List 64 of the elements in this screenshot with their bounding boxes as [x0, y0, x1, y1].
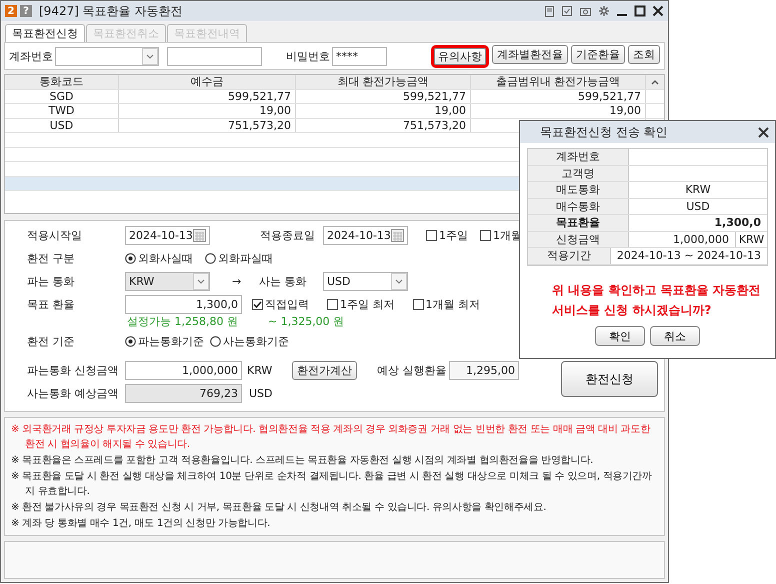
radio-label: 외화사실때: [138, 251, 193, 266]
row-label: 신청금액: [528, 232, 629, 247]
field-label: 적용종료일: [260, 228, 316, 243]
expected-amount-field: 769,23: [125, 384, 242, 403]
range-max-text: ~ 1,325,00 원: [268, 314, 344, 328]
unit-text: USD: [249, 387, 274, 400]
notice-text: ※ 계좌 당 통화별 매수 1건, 매도 1건의 신청만 가능합니다.: [11, 517, 272, 531]
column-header: 최대 환전가능금액: [296, 75, 471, 88]
confirm-message: 위 내용을 확인하고 목표환율 자동환전 서비스를 신청 하시겠습니까?: [552, 282, 762, 318]
checkbox-label: 1개월 최저: [426, 297, 480, 312]
notice-text: ※ 목표환율은 스프레드를 포함한 고객 적용환율입니다. 스프레드는 목표환율 자동환전 실행 시점의 계좌별 협의환전율을 반영합니다.: [11, 454, 594, 468]
row-label: 고객명: [528, 166, 629, 181]
table-cell: 751,573,20: [119, 118, 296, 132]
row-value: 1,000,000: [672, 232, 730, 247]
field-label: 적용시작일: [27, 228, 83, 243]
table-cell: USD: [5, 118, 119, 132]
notice-text: ※ 목표환율 도달 시 환전 실행 대상을 체크하여 10분 단위로 순차적 결제됩니다. 환율 급변 시 환전 실행 대상으로 미체크 될 수 있으며, 적용기간까지 유효합니다.: [11, 470, 653, 499]
arrow-text: →: [232, 275, 242, 288]
range-min-text: 설정가능 1,258,80 원: [127, 314, 238, 328]
row-label: 목표환율: [528, 215, 629, 230]
table-cell: 599,521,77: [296, 90, 471, 103]
row-label: 매수통화: [528, 198, 629, 214]
field-label: 목표 환율: [27, 297, 76, 312]
table-cell: 751,573,20: [296, 118, 471, 132]
column-header: 통화코드: [5, 75, 119, 88]
row-value: USD: [685, 198, 711, 214]
table-cell: 19,00: [119, 104, 296, 118]
radio-label: 외화파실때: [218, 251, 273, 266]
table-cell: TWD: [5, 104, 119, 118]
row-value: 1,300,0: [713, 215, 762, 230]
row-label: 계좌번호: [528, 149, 629, 164]
row-value: 2024-10-13 ~ 2024-10-13: [616, 248, 762, 264]
row-label: 매도통화: [528, 182, 629, 198]
field-label: 비밀번호: [286, 48, 330, 64]
dialog-title: 목표환전신청 전송 확인: [540, 124, 668, 140]
row-value: KRW: [684, 182, 712, 198]
table-cell: 599,521,77: [471, 90, 646, 103]
field-label: 사는통화 예상금액: [27, 386, 120, 401]
row-label: 적용기간: [528, 248, 611, 264]
field-label: 환전 기준: [27, 334, 76, 349]
radio-label: 파는통화기준: [138, 334, 204, 349]
table-cell: 599,521,77: [119, 90, 296, 103]
table-cell: SGD: [5, 90, 119, 103]
field-label: 파는통화 신청금액: [27, 363, 120, 378]
expected-rate-field: 1,295,00: [449, 361, 519, 380]
checkbox-label: 1주일 최저: [340, 297, 394, 312]
unit-text: KRW: [247, 364, 274, 377]
field-label: 계좌번호: [9, 48, 53, 64]
column-header: 예수금: [119, 75, 296, 88]
unit-text: KRW: [735, 232, 767, 247]
checkbox-label: 1주일: [439, 228, 468, 243]
notice-text: ※ 외국환거래 규정상 투자자금 용도만 환전 가능합니다. 협의환전율 적용 계좌의 경우 외화증권 거래 없는 빈번한 환전 또는 매매 금액 대비 과도한 환전 시 협의율이 해지될 수 있습니다.: [11, 423, 652, 452]
field-label: 사는 통화: [259, 274, 308, 289]
field-label: 예상 실행환율: [377, 363, 448, 378]
screen-number-badge: 2: [5, 5, 17, 17]
radio-label: 사는통화기준: [223, 334, 289, 349]
field-label: 파는 통화: [27, 274, 76, 289]
table-cell: 19,00: [471, 104, 646, 118]
notice-text: ※ 환전 불가사유의 경우 목표환전 신청 시 거부, 목표환율 도달 시 신청내역 취소될 수 있습니다. 유의사항을 확인해주세요.: [11, 501, 548, 515]
column-header: 출금범위내 환전가능금액: [471, 75, 646, 88]
window-title: [9427] 목표환율 자동환전: [39, 2, 183, 20]
field-label: 환전 구분: [27, 251, 76, 266]
table-cell: 19,00: [296, 104, 471, 118]
checkbox-label: 직접입력: [265, 297, 309, 312]
